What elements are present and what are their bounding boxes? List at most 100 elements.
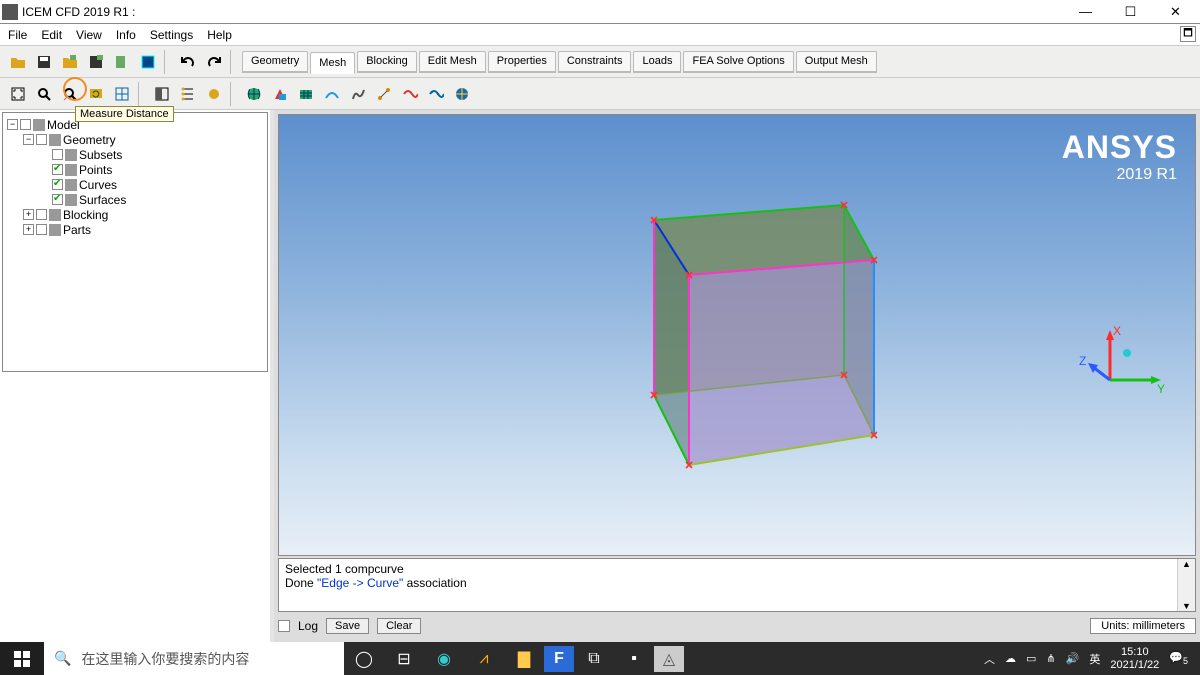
menu-help[interactable]: Help: [207, 28, 232, 42]
checkbox-icon[interactable]: [52, 179, 63, 190]
redo-icon[interactable]: [202, 50, 226, 74]
checkbox-icon[interactable]: [36, 224, 47, 235]
terminal-icon[interactable]: ▪: [614, 642, 654, 675]
connector-icon[interactable]: [372, 82, 396, 106]
status-bar: Log Save Clear Units: millimeters: [278, 614, 1196, 638]
taskview-icon[interactable]: ◯: [344, 642, 384, 675]
checkbox-icon[interactable]: [52, 164, 63, 175]
tray-onedrive-icon[interactable]: ☁: [1005, 652, 1016, 665]
brand-watermark: ANSYS 2019 R1: [1062, 129, 1177, 184]
density-icon[interactable]: [346, 82, 370, 106]
windows-taskbar: 🔍 在这里输入你要搜索的内容 ◯ ⊟ ◉ ⩘ ▇ F ⧉ ▪ ◬ ︿ ☁ ▭ ⋔…: [0, 642, 1200, 675]
fit-icon[interactable]: [6, 82, 30, 106]
fluent-icon[interactable]: F: [544, 646, 574, 672]
global-mesh-icon[interactable]: [242, 82, 266, 106]
tree-item-surfaces[interactable]: Surfaces: [5, 192, 265, 207]
expand-icon[interactable]: +: [23, 224, 34, 235]
tab-feasolve[interactable]: FEA Solve Options: [683, 51, 793, 73]
lighting-icon[interactable]: [202, 82, 226, 106]
mesh-points-icon[interactable]: [424, 82, 448, 106]
orientation-triad: X Y Z: [1075, 325, 1165, 415]
cortana-icon[interactable]: ⊟: [384, 642, 424, 675]
save-project-icon[interactable]: [84, 50, 108, 74]
menubar: File Edit View Info Settings Help 🗖: [0, 24, 1200, 46]
explorer-icon[interactable]: ▇: [504, 642, 544, 675]
tree-item-geometry[interactable]: −Geometry: [5, 132, 265, 147]
tree-item-blocking[interactable]: +Blocking: [5, 207, 265, 222]
geometry-file-icon[interactable]: [110, 50, 134, 74]
compute-mesh-icon[interactable]: [450, 82, 474, 106]
ansys-icon[interactable]: ⩘: [464, 642, 504, 675]
tab-loads[interactable]: Loads: [633, 51, 681, 73]
menu-info[interactable]: Info: [116, 28, 136, 42]
checkbox-icon[interactable]: [20, 119, 31, 130]
tab-properties[interactable]: Properties: [488, 51, 556, 73]
maximize-button[interactable]: ☐: [1108, 0, 1153, 24]
part-mesh-icon[interactable]: [268, 82, 292, 106]
surface-mesh-icon[interactable]: [294, 82, 318, 106]
3d-viewport[interactable]: ANSYS 2019 R1: [278, 114, 1196, 556]
tray-ime[interactable]: 英: [1089, 651, 1100, 667]
zoom-icon[interactable]: [32, 82, 56, 106]
expand-icon[interactable]: −: [23, 134, 34, 145]
tab-constraints[interactable]: Constraints: [558, 51, 632, 73]
notification-icon[interactable]: 💬5: [1169, 651, 1188, 666]
clear-log-button[interactable]: Clear: [377, 618, 421, 634]
geometry-cube: [609, 200, 889, 500]
camera-icon[interactable]: ⧉: [574, 642, 614, 675]
tree-item-subsets[interactable]: Subsets: [5, 147, 265, 162]
minimize-button[interactable]: —: [1063, 0, 1108, 24]
edge-icon[interactable]: ◉: [424, 642, 464, 675]
mesh-curve-icon[interactable]: [398, 82, 422, 106]
menu-settings[interactable]: Settings: [150, 28, 193, 42]
menu-edit[interactable]: Edit: [41, 28, 62, 42]
tab-outputmesh[interactable]: Output Mesh: [796, 51, 877, 73]
tray-sound-icon[interactable]: 🔊: [1066, 652, 1080, 665]
undo-icon[interactable]: [176, 50, 200, 74]
msg-line1: Selected 1 compcurve: [285, 562, 1171, 576]
shade-icon[interactable]: [150, 82, 174, 106]
open-icon[interactable]: [6, 50, 30, 74]
taskbar-clock[interactable]: 15:10 2021/1/22: [1110, 646, 1159, 670]
model-tree[interactable]: −Model−GeometrySubsetsPointsCurvesSurfac…: [2, 112, 268, 372]
version-text: 2019 R1: [1062, 166, 1177, 184]
mesh-file-icon[interactable]: [136, 50, 160, 74]
tray-battery-icon[interactable]: ▭: [1026, 652, 1036, 665]
open-project-icon[interactable]: [58, 50, 82, 74]
tab-blocking[interactable]: Blocking: [357, 51, 417, 73]
expand-icon[interactable]: +: [23, 209, 34, 220]
checkbox-icon[interactable]: [36, 134, 47, 145]
tree-item-curves[interactable]: Curves: [5, 177, 265, 192]
tab-geometry[interactable]: Geometry: [242, 51, 308, 73]
start-button[interactable]: [0, 642, 44, 675]
curve-mesh-icon[interactable]: [320, 82, 344, 106]
log-checkbox[interactable]: [278, 620, 290, 632]
checkbox-icon[interactable]: [36, 209, 47, 220]
node-icon: [33, 119, 45, 131]
save-log-button[interactable]: Save: [326, 618, 369, 634]
tooltip: Measure Distance: [75, 106, 174, 122]
node-icon: [49, 209, 61, 221]
icem-taskbar-icon[interactable]: ◬: [654, 646, 684, 672]
menu-file[interactable]: File: [8, 28, 27, 42]
refresh-view-icon[interactable]: [84, 82, 108, 106]
tab-editmesh[interactable]: Edit Mesh: [419, 51, 486, 73]
menu-view[interactable]: View: [76, 28, 102, 42]
checkbox-icon[interactable]: [52, 194, 63, 205]
tray-chevron-icon[interactable]: ︿: [984, 651, 995, 667]
msg-scrollbar[interactable]: ▲▼: [1177, 559, 1195, 611]
tab-mesh[interactable]: Mesh: [310, 52, 355, 74]
save-icon[interactable]: [32, 50, 56, 74]
checkbox-icon[interactable]: [52, 149, 63, 160]
collapse-menubar-button[interactable]: 🗖: [1180, 26, 1196, 42]
tree-label: Parts: [63, 223, 91, 237]
display-tree-icon[interactable]: [176, 82, 200, 106]
wireframe-icon[interactable]: [110, 82, 134, 106]
expand-icon[interactable]: −: [7, 119, 18, 130]
tree-item-points[interactable]: Points: [5, 162, 265, 177]
measure-distance-icon[interactable]: [58, 82, 82, 106]
tray-wifi-icon[interactable]: ⋔: [1046, 652, 1055, 665]
close-button[interactable]: ✕: [1153, 0, 1198, 24]
taskbar-search[interactable]: 🔍 在这里输入你要搜索的内容: [44, 642, 344, 675]
tree-item-parts[interactable]: + Parts: [5, 222, 265, 237]
